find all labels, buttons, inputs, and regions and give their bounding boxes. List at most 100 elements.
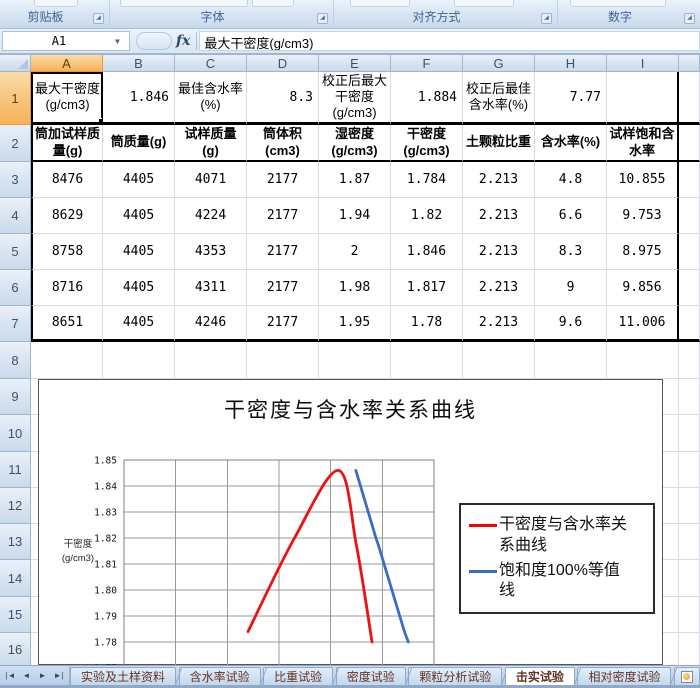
cell[interactable]: 2177: [247, 162, 319, 198]
cell[interactable]: 2.213: [463, 162, 535, 198]
cell[interactable]: 2.213: [463, 198, 535, 234]
cell[interactable]: 筒质量(g): [103, 125, 175, 162]
dialog-launcher-icon[interactable]: ◢: [93, 13, 104, 24]
cell[interactable]: 4246: [175, 306, 247, 342]
cell-a1-selected[interactable]: 最大干密度(g/cm3): [31, 72, 103, 125]
cell[interactable]: 校正后最大干密度(g/cm3): [319, 72, 391, 125]
column-header-partial[interactable]: [679, 55, 700, 72]
cell[interactable]: 1.95: [319, 306, 391, 342]
cell[interactable]: 1.784: [391, 162, 463, 198]
sheet-tab-shiyanjiyangziliao[interactable]: 实验及土样资料: [70, 667, 176, 685]
cell[interactable]: 湿密度(g/cm3): [319, 125, 391, 162]
row-header[interactable]: 12: [0, 488, 31, 524]
cell[interactable]: [247, 342, 319, 379]
cell[interactable]: [679, 270, 700, 306]
font-name-box-cut[interactable]: [120, 0, 248, 7]
cell[interactable]: 4353: [175, 234, 247, 270]
cell[interactable]: 最佳含水率(%): [175, 72, 247, 125]
cell[interactable]: [679, 342, 700, 379]
cell[interactable]: [679, 379, 700, 415]
fill-handle[interactable]: [98, 118, 103, 123]
insert-function-button[interactable]: fx: [176, 33, 190, 49]
cell[interactable]: [391, 342, 463, 379]
row-header[interactable]: 5: [0, 234, 31, 270]
cell[interactable]: [679, 597, 700, 633]
row-header[interactable]: 8: [0, 342, 31, 379]
dialog-launcher-icon[interactable]: ◢: [317, 13, 328, 24]
cell[interactable]: [679, 162, 700, 198]
cell[interactable]: 4405: [103, 162, 175, 198]
cell[interactable]: [175, 342, 247, 379]
cell[interactable]: 8629: [31, 198, 103, 234]
cell[interactable]: 1.846: [391, 234, 463, 270]
insert-worksheet-tab[interactable]: [674, 667, 700, 685]
cell[interactable]: 1.87: [319, 162, 391, 198]
cell[interactable]: [679, 125, 700, 162]
sheet-tab-bizhong[interactable]: 比重试验: [263, 667, 333, 685]
cell[interactable]: 7.77: [535, 72, 607, 125]
cell[interactable]: [463, 342, 535, 379]
cell[interactable]: 含水率(%): [535, 125, 607, 162]
select-all-corner[interactable]: [0, 55, 31, 72]
name-box[interactable]: A1 ▼: [2, 31, 130, 51]
number-format-box-cut[interactable]: [570, 0, 666, 7]
cell[interactable]: 8758: [31, 234, 103, 270]
row-header[interactable]: 7: [0, 306, 31, 342]
cell[interactable]: 6.6: [535, 198, 607, 234]
cell[interactable]: 4405: [103, 270, 175, 306]
sheet-tab-midu[interactable]: 密度试验: [336, 667, 406, 685]
cell[interactable]: 筒体积(cm3): [247, 125, 319, 162]
font-size-box-cut[interactable]: [252, 0, 294, 7]
align-buttons-cut[interactable]: [350, 0, 410, 7]
cell[interactable]: [679, 452, 700, 488]
cell[interactable]: 11.006: [607, 306, 679, 342]
cell[interactable]: 4311: [175, 270, 247, 306]
cell[interactable]: 4405: [103, 306, 175, 342]
dialog-launcher-icon[interactable]: ◢: [541, 13, 552, 24]
cell[interactable]: 8.3: [247, 72, 319, 125]
row-header[interactable]: 15: [0, 597, 31, 633]
column-header-g[interactable]: G: [463, 55, 535, 72]
cell[interactable]: [679, 72, 700, 125]
column-header-d[interactable]: D: [247, 55, 319, 72]
cell[interactable]: 1.98: [319, 270, 391, 306]
sheet-tab-hanshuilv[interactable]: 含水率试验: [179, 667, 261, 685]
cell[interactable]: 9.753: [607, 198, 679, 234]
cell[interactable]: [607, 72, 679, 125]
cell[interactable]: [679, 633, 700, 665]
cell[interactable]: 试样质量(g): [175, 125, 247, 162]
cell[interactable]: 2177: [247, 306, 319, 342]
column-header-e[interactable]: E: [319, 55, 391, 72]
column-header-c[interactable]: C: [175, 55, 247, 72]
row-header[interactable]: 6: [0, 270, 31, 306]
cell[interactable]: 2.213: [463, 234, 535, 270]
chevron-down-icon[interactable]: ▼: [115, 37, 129, 46]
cell[interactable]: 4405: [103, 198, 175, 234]
paste-button-cut[interactable]: [34, 0, 78, 7]
cell[interactable]: 4224: [175, 198, 247, 234]
cell[interactable]: [679, 234, 700, 270]
cell[interactable]: 4405: [103, 234, 175, 270]
cell[interactable]: [31, 342, 103, 379]
cell[interactable]: 1.94: [319, 198, 391, 234]
cell[interactable]: 筒加试样质量(g): [31, 125, 103, 162]
column-header-i[interactable]: I: [607, 55, 679, 72]
cell[interactable]: [535, 342, 607, 379]
cell[interactable]: [679, 306, 700, 342]
row-header[interactable]: 16: [0, 633, 31, 665]
cell[interactable]: 1.78: [391, 306, 463, 342]
cell[interactable]: 8.3: [535, 234, 607, 270]
cell[interactable]: 4.8: [535, 162, 607, 198]
cell[interactable]: 2177: [247, 198, 319, 234]
cell[interactable]: 9.856: [607, 270, 679, 306]
cell[interactable]: 1.846: [103, 72, 175, 125]
column-header-h[interactable]: H: [535, 55, 607, 72]
row-header[interactable]: 13: [0, 524, 31, 560]
cell[interactable]: 8651: [31, 306, 103, 342]
column-header-f[interactable]: F: [391, 55, 463, 72]
cell[interactable]: 1.884: [391, 72, 463, 125]
cell[interactable]: 2: [319, 234, 391, 270]
cell[interactable]: 9.6: [535, 306, 607, 342]
merge-buttons-cut[interactable]: [454, 0, 514, 7]
cell[interactable]: 1.817: [391, 270, 463, 306]
